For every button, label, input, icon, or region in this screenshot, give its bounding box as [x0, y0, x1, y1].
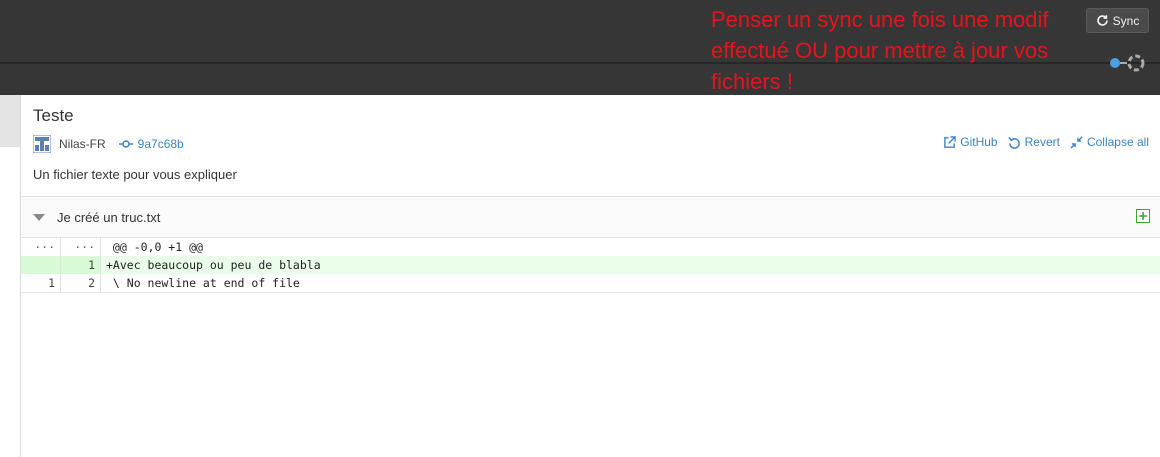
revert-icon	[1007, 136, 1020, 149]
annotation-text: Penser un sync une fois une modif effect…	[711, 7, 1049, 94]
new-line-number: 2	[61, 274, 101, 292]
diff-hunk-header: ··· ··· @@ -0,0 +1 @@	[21, 238, 1160, 256]
commit-description: Un fichier texte pour vous expliquer	[33, 167, 237, 182]
caret-down-icon[interactable]	[33, 214, 45, 221]
github-label: GitHub	[960, 135, 998, 149]
old-line-number: 1	[21, 274, 61, 292]
diff-line-context: 1 2 \ No newline at end of file	[21, 274, 1160, 292]
github-link[interactable]: GitHub	[943, 135, 998, 149]
avatar-icon	[33, 135, 51, 153]
new-line-number: 1	[61, 256, 101, 274]
commit-title: Teste	[33, 106, 74, 125]
revert-button[interactable]: Revert	[1007, 135, 1060, 149]
file-added-icon[interactable]	[1136, 209, 1150, 223]
old-line-number: ···	[21, 238, 61, 256]
old-line-number	[21, 256, 61, 274]
sync-label: Sync	[1112, 13, 1140, 28]
collapse-all-button[interactable]: Collapse all	[1070, 135, 1149, 149]
file-name: Je créé un truc.txt	[57, 210, 161, 225]
commit-sha-link[interactable]: 9a7c68b	[138, 137, 184, 151]
external-link-icon	[944, 135, 957, 148]
commit-list-pane[interactable]	[0, 95, 21, 457]
revert-label: Revert	[1024, 135, 1060, 149]
hunk-text: @@ -0,0 +1 @@	[106, 240, 203, 254]
commit-icon	[118, 140, 133, 148]
selected-commit[interactable]	[0, 95, 20, 147]
diff-line-text: \ No newline at end of file	[106, 276, 300, 290]
file-header[interactable]: Je créé un truc.txt	[21, 197, 1160, 238]
diff-view: ··· ··· @@ -0,0 +1 @@ 1 +Avec beaucoup o…	[21, 238, 1160, 293]
sync-progress-indicator	[1110, 54, 1145, 72]
commit-author: Nilas-FR	[59, 137, 106, 151]
diff-line-text: +Avec beaucoup ou peu de blabla	[106, 258, 321, 272]
commit-detail: Teste Nilas-FR 9a7c68b GitHub Revert Col…	[21, 95, 1160, 457]
new-line-number: ···	[61, 238, 101, 256]
collapse-label: Collapse all	[1086, 135, 1149, 149]
diff-line-added: 1 +Avec beaucoup ou peu de blabla	[21, 256, 1160, 274]
collapse-icon	[1070, 135, 1083, 149]
commit-meta: Nilas-FR 9a7c68b	[33, 135, 184, 153]
commit-actions: GitHub Revert Collapse all	[943, 135, 1149, 149]
